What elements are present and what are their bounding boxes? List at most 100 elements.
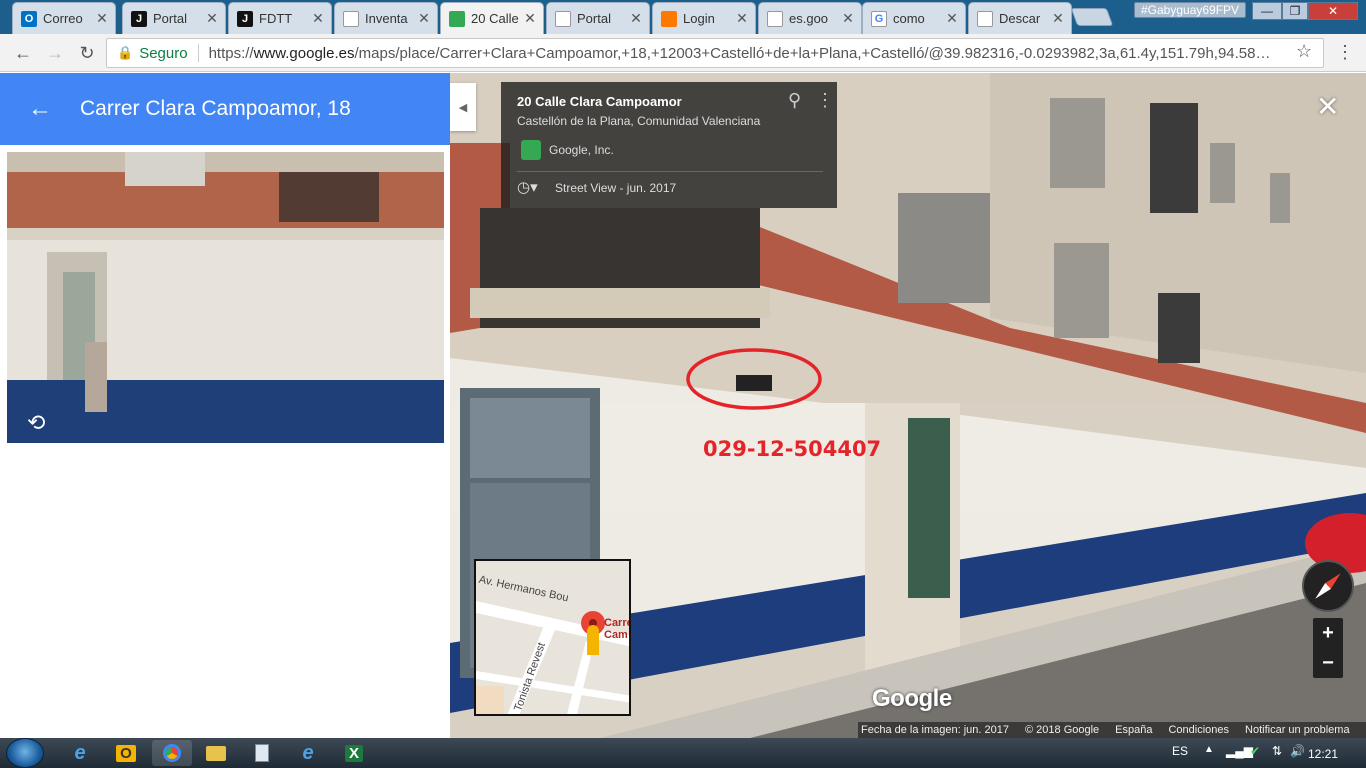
collapse-panel-button[interactable]: ◀ [450, 83, 476, 131]
tab-close-icon[interactable]: ✕ [945, 10, 959, 27]
tab-close-icon[interactable]: ✕ [311, 10, 325, 27]
omnibox-divider [197, 44, 199, 62]
country-link[interactable]: España [1115, 724, 1152, 736]
tab-close-icon[interactable]: ✕ [95, 10, 109, 27]
tab-title: es.goo [789, 11, 829, 26]
show-hidden-icons-icon[interactable]: ▲ [1204, 744, 1214, 755]
browser-tab[interactable]: Portal ✕ [546, 2, 650, 34]
place-title: Carrer Clara Campoamor, 18 [80, 97, 351, 120]
browser-toolbar: ← → ↻ 🔒 Seguro https://www.google.es/map… [0, 34, 1366, 72]
address-bar[interactable]: 🔒 Seguro https://www.google.es/maps/plac… [106, 38, 1324, 68]
info-card-title: 20 Calle Clara Campoamor [517, 94, 682, 109]
browser-tab[interactable]: O Correo ✕ [12, 2, 116, 34]
street-view-panorama[interactable]: ◀ 20 Calle Clara Campoamor Castellón de … [450, 73, 1366, 738]
tab-title: Login [683, 11, 715, 26]
tab-title: Inventa [365, 11, 408, 26]
google-icon: G [871, 10, 887, 27]
tab-title: Portal [577, 11, 611, 26]
bookmark-star-icon[interactable]: ☆ [1296, 41, 1312, 62]
google-maps-icon [521, 140, 541, 160]
start-button-icon[interactable] [6, 738, 44, 768]
forward-arrow-icon[interactable]: → [44, 42, 66, 64]
browser-tab[interactable]: J FDTT ✕ [228, 2, 332, 34]
language-indicator[interactable]: ES [1172, 744, 1188, 758]
image-date: Fecha de la imagen: jun. 2017 [861, 724, 1009, 736]
sync-icon[interactable]: ⇅ [1272, 744, 1282, 758]
copyright: © 2018 Google [1025, 724, 1100, 736]
minimize-button[interactable]: — [1252, 2, 1282, 20]
excel-icon[interactable]: X [334, 740, 374, 766]
browser-tab-strip: O Correo ✕ J Portal ✕ J FDTT ✕ Inventa ✕ 20 Calle ✕ P… [0, 0, 1366, 34]
side-panel-header: ← Carrer Clara Campoamor, 18 [0, 73, 450, 145]
tab-title: como [893, 11, 925, 26]
history-clock-icon[interactable]: ◷▾ [517, 178, 538, 196]
close-street-view-icon[interactable]: ✕ [1316, 93, 1339, 121]
tab-title: Correo [43, 11, 83, 26]
document-icon [343, 10, 359, 27]
more-options-icon[interactable]: ⋮ [816, 90, 834, 111]
minimap-place-label: Carrer Cam [604, 617, 629, 641]
maximize-button[interactable]: ❐ [1282, 2, 1308, 20]
volume-icon[interactable]: 🔊 [1290, 744, 1305, 758]
tab-title: Descar [999, 11, 1041, 26]
report-problem-link[interactable]: Notificar un problema [1245, 724, 1350, 736]
rotate-360-icon[interactable]: ⟲ [27, 410, 45, 436]
tab-close-icon[interactable]: ✕ [417, 10, 431, 27]
back-arrow-icon[interactable]: ← [12, 42, 34, 64]
street-view-thumbnail[interactable]: ⟲ [7, 152, 444, 443]
menu-dots-icon[interactable]: ⋮ [1336, 42, 1354, 63]
tab-close-icon[interactable]: ✕ [523, 10, 537, 27]
download-icon [977, 10, 993, 27]
profile-badge[interactable]: #Gabyguay69FPV [1134, 2, 1247, 18]
browser-tab[interactable]: 20 Calle ✕ [440, 2, 544, 34]
document-icon [555, 10, 571, 27]
compass-icon[interactable] [1302, 560, 1354, 612]
capture-date: Street View - jun. 2017 [555, 181, 677, 195]
tab-close-icon[interactable]: ✕ [735, 10, 749, 27]
file-explorer-icon[interactable] [196, 740, 236, 766]
internet-explorer-icon[interactable]: e [60, 740, 100, 766]
browser-tab[interactable]: Gcomo ✕ [862, 2, 966, 34]
reload-icon[interactable]: ↻ [76, 42, 98, 64]
info-card-subtitle: Castellón de la Plana, Comunidad Valenci… [517, 114, 761, 128]
browser-tab[interactable]: J Portal ✕ [122, 2, 226, 34]
map-footer: Fecha de la imagen: jun. 2017 © 2018 Goo… [858, 722, 1366, 738]
imagery-owner: Google, Inc. [549, 143, 614, 157]
annotation-label: 029-12-504407 [703, 437, 882, 461]
outlook-taskbar-icon[interactable]: O [106, 740, 146, 766]
outlook-icon: O [21, 10, 37, 27]
secure-label: Seguro [139, 44, 188, 62]
zoom-in-button[interactable]: + [1313, 618, 1343, 648]
google-logo: Google [872, 685, 952, 712]
windows-taskbar: e O e X ES ▲ ▂▄▆ ✔ ⇅ 🔊 12:21 [0, 738, 1366, 768]
google-maps-icon [449, 10, 465, 27]
portal-j-icon: J [131, 10, 147, 27]
place-pin-icon[interactable]: ⚲ [788, 90, 801, 111]
tab-close-icon[interactable]: ✕ [205, 10, 219, 27]
info-card-divider [517, 171, 823, 172]
terms-link[interactable]: Condiciones [1168, 724, 1229, 736]
browser-tab[interactable]: Login ✕ [652, 2, 756, 34]
lock-icon: 🔒 [117, 45, 134, 60]
tab-title: Portal [153, 11, 187, 26]
tab-close-icon[interactable]: ✕ [841, 10, 855, 27]
internet-explorer-icon[interactable]: e [288, 740, 328, 766]
browser-tab[interactable]: es.goo ✕ [758, 2, 862, 34]
tab-title: 20 Calle [471, 11, 519, 26]
zoom-out-button[interactable]: − [1313, 648, 1343, 678]
window-close-button[interactable]: ✕ [1308, 2, 1358, 20]
zoom-control: + − [1313, 618, 1343, 678]
network-signal-icon[interactable]: ▂▄▆ [1226, 744, 1253, 758]
clock[interactable]: 12:21 [1308, 747, 1338, 761]
browser-tab[interactable]: Inventa ✕ [334, 2, 438, 34]
browser-tab[interactable]: Descar ✕ [968, 2, 1072, 34]
chrome-icon[interactable] [152, 740, 192, 766]
notepad-icon[interactable] [242, 740, 282, 766]
back-arrow-icon[interactable]: ← [0, 95, 80, 123]
security-check-icon[interactable]: ✔ [1250, 744, 1260, 758]
minimap[interactable]: Av. Hermanos Bou Tonista Revest Carrer C… [474, 559, 631, 716]
portal-j-icon: J [237, 10, 253, 27]
tab-close-icon[interactable]: ✕ [1051, 10, 1065, 27]
new-tab-button[interactable] [1070, 8, 1114, 26]
tab-close-icon[interactable]: ✕ [629, 10, 643, 27]
